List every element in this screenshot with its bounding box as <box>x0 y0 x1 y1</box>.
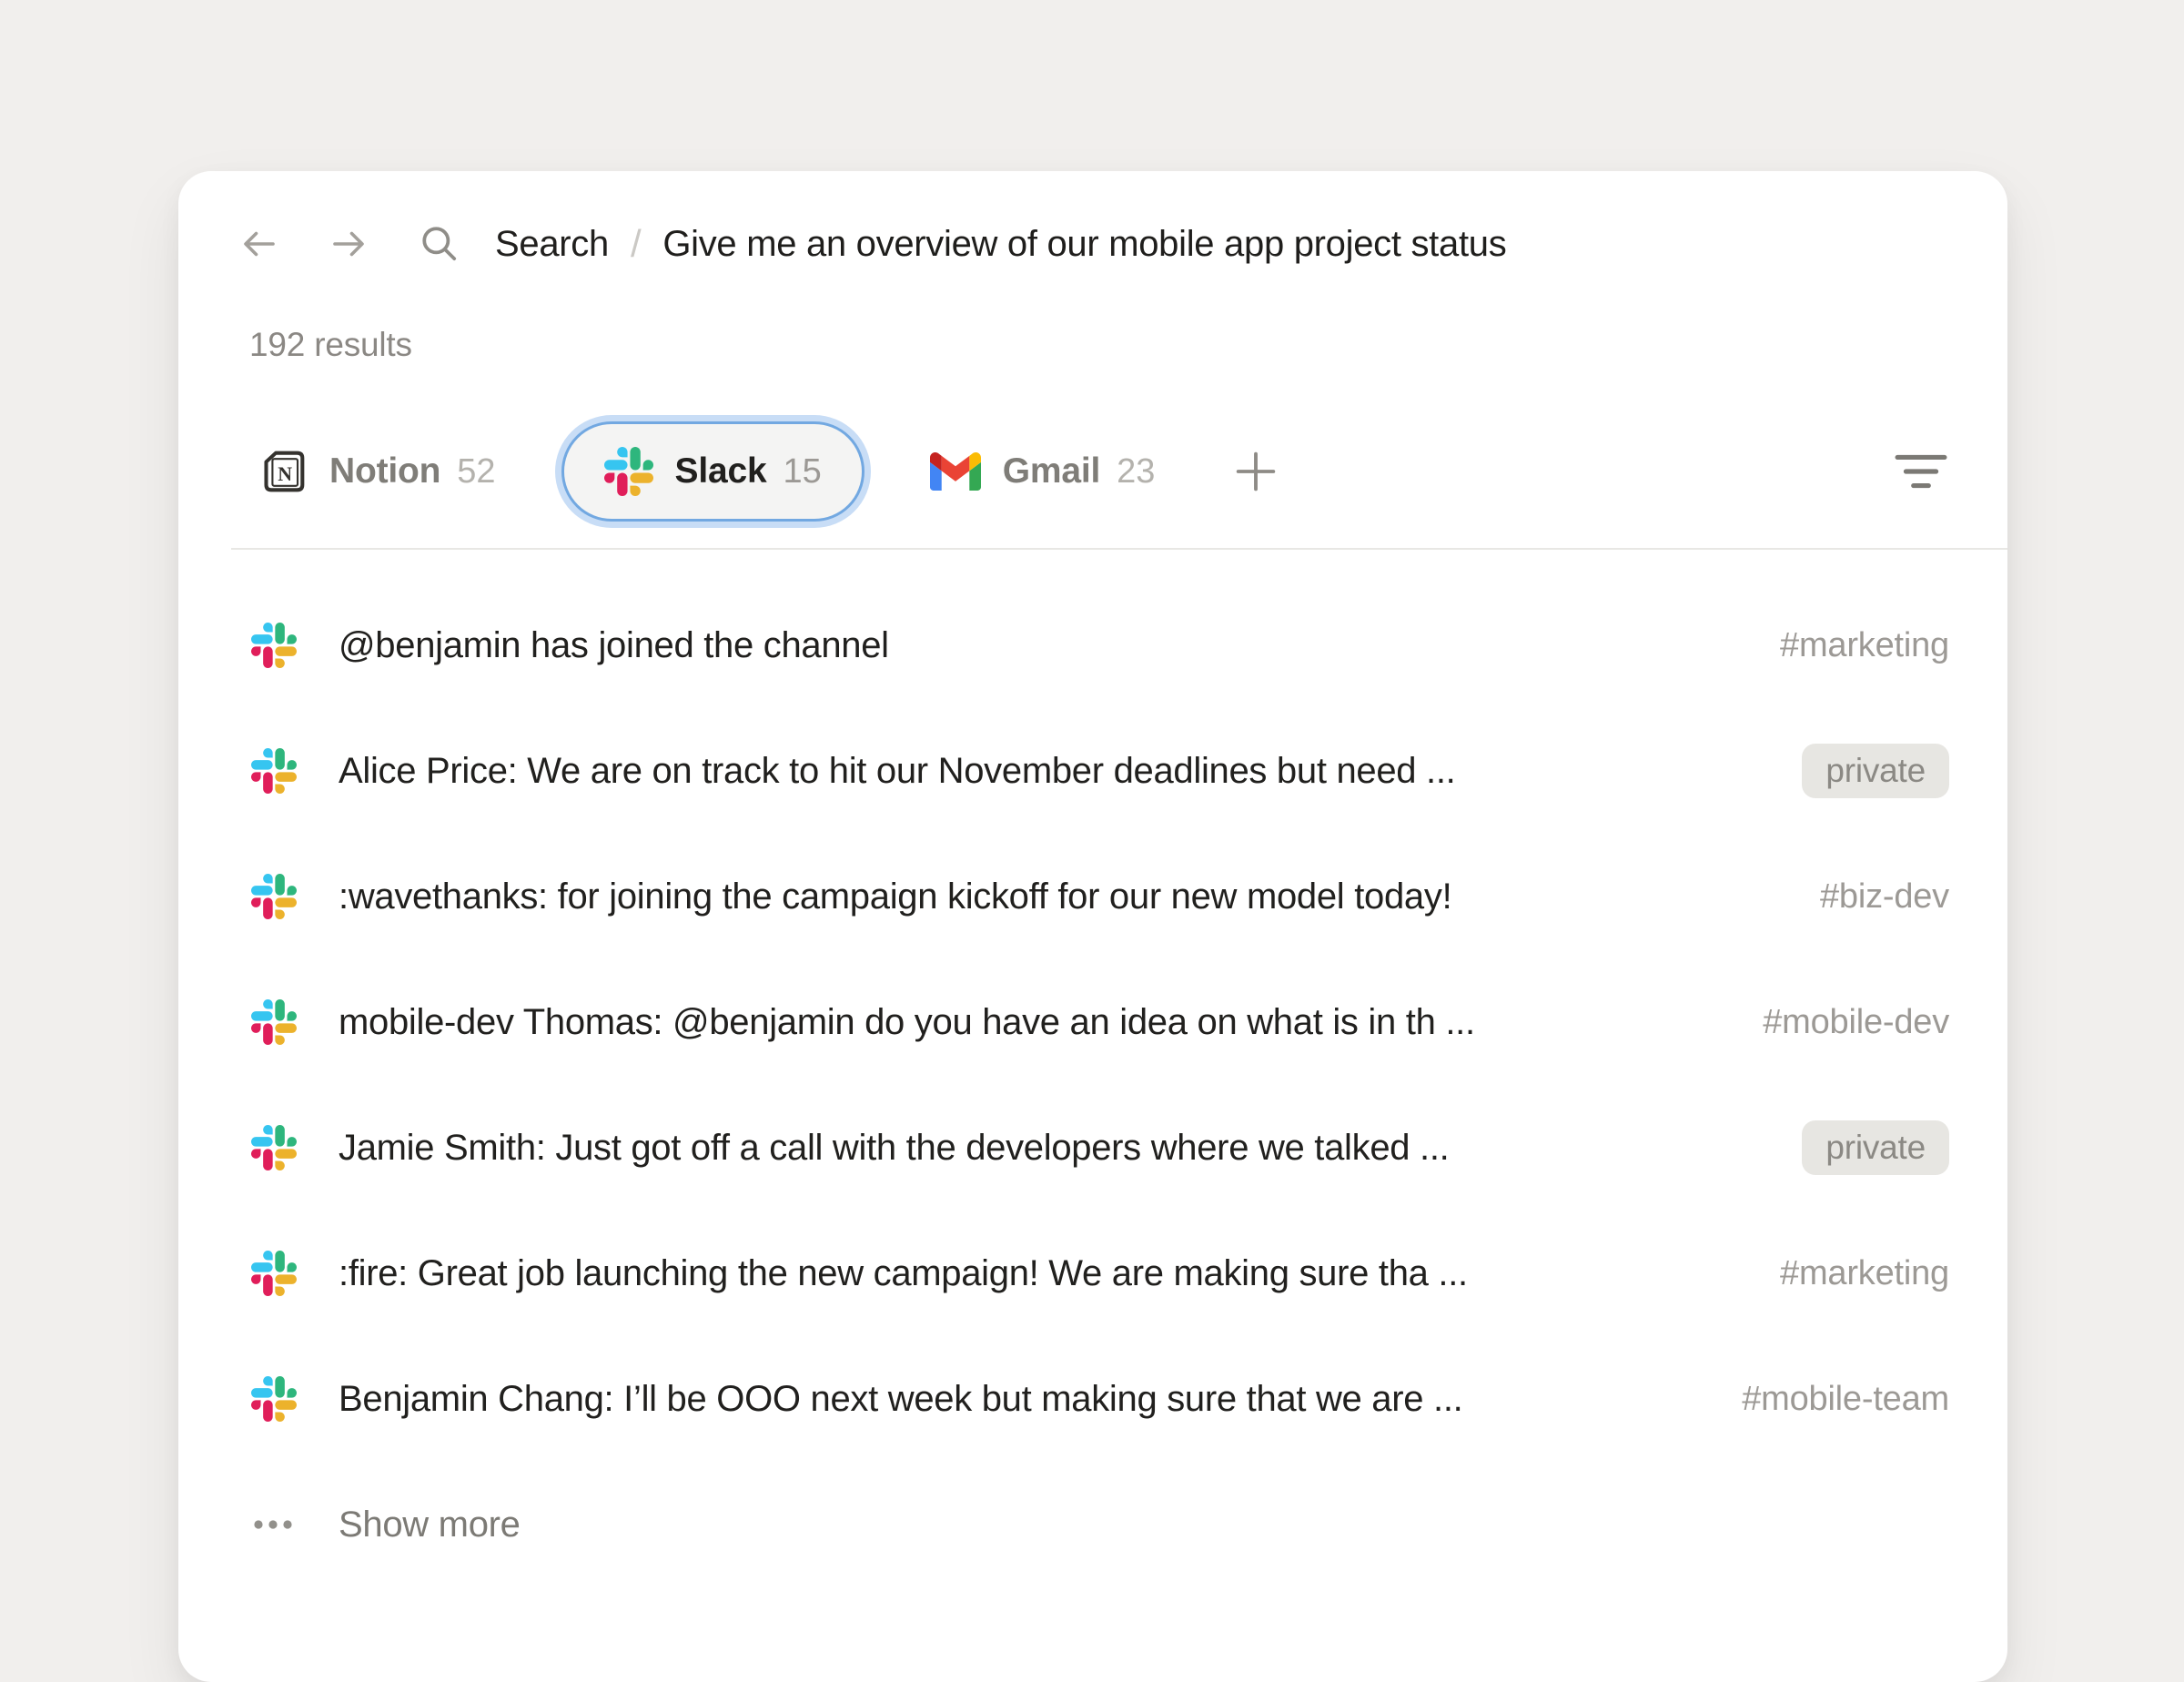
result-text: :wavethanks: for joining the campaign ki… <box>339 876 1784 917</box>
breadcrumb-separator: / <box>631 222 641 266</box>
arrow-left-icon <box>239 224 279 264</box>
result-row[interactable]: @benjamin has joined the channel #market… <box>178 583 2007 708</box>
result-row[interactable]: Alice Price: We are on track to hit our … <box>178 708 2007 834</box>
slack-icon <box>251 623 297 668</box>
slack-icon <box>251 874 297 919</box>
result-row[interactable]: Benjamin Chang: I’ll be OOO next week bu… <box>178 1336 2007 1462</box>
notion-icon <box>260 448 308 495</box>
search-results-window: Search / Give me an overview of our mobi… <box>178 171 2007 1682</box>
tab-label: Slack <box>675 451 767 491</box>
slack-icon <box>251 1251 297 1296</box>
tab-count: 23 <box>1117 452 1155 491</box>
result-channel: #mobile-team <box>1742 1380 1949 1419</box>
breadcrumb-root[interactable]: Search <box>495 224 609 265</box>
slack-icon <box>251 999 297 1045</box>
arrow-right-icon <box>329 224 369 264</box>
tab-gmail[interactable]: Gmail 23 <box>930 451 1156 491</box>
tab-label: Gmail <box>1003 451 1100 491</box>
search-header: Search / Give me an overview of our mobi… <box>178 171 2007 266</box>
result-text: @benjamin has joined the channel <box>339 625 1744 666</box>
tab-count: 52 <box>457 452 495 491</box>
result-privacy-badge: private <box>1802 1120 1949 1175</box>
result-row[interactable]: mobile-dev Thomas: @benjamin do you have… <box>178 959 2007 1085</box>
tab-label: Notion <box>329 451 440 491</box>
search-query-input[interactable]: Give me an overview of our mobile app pr… <box>662 224 1506 265</box>
search-icon <box>419 223 460 265</box>
slack-icon <box>251 748 297 794</box>
result-text: :fire: Great job launching the new campa… <box>339 1253 1744 1294</box>
back-button[interactable] <box>238 223 280 265</box>
result-channel: #marketing <box>1780 626 1949 665</box>
results-list: @benjamin has joined the channel #market… <box>178 550 2007 1587</box>
result-text: Alice Price: We are on track to hit our … <box>339 751 1765 792</box>
tab-count: 15 <box>783 452 821 491</box>
gmail-icon <box>930 452 981 491</box>
result-row[interactable]: :fire: Great job launching the new campa… <box>178 1211 2007 1336</box>
tab-notion[interactable]: Notion 52 <box>260 448 496 495</box>
result-row[interactable]: Jamie Smith: Just got off a call with th… <box>178 1085 2007 1211</box>
show-more-label: Show more <box>339 1505 521 1545</box>
forward-button[interactable] <box>328 223 369 265</box>
filter-button[interactable] <box>1895 451 1947 492</box>
show-more-button[interactable]: Show more <box>178 1462 2007 1587</box>
result-channel: #marketing <box>1780 1254 1949 1293</box>
result-channel: #biz-dev <box>1820 877 1949 917</box>
slack-icon <box>604 447 653 496</box>
source-tabs: Notion 52 Slack 15 Gmail 23 <box>260 420 1949 522</box>
result-text: Jamie Smith: Just got off a call with th… <box>339 1128 1765 1169</box>
slack-icon <box>251 1125 297 1170</box>
result-privacy-badge: private <box>1802 744 1949 798</box>
result-text: mobile-dev Thomas: @benjamin do you have… <box>339 1002 1726 1043</box>
results-count: 192 results <box>249 326 2007 364</box>
result-channel: #mobile-dev <box>1763 1003 1949 1042</box>
add-source-button[interactable] <box>1233 449 1279 494</box>
ellipsis-icon <box>251 1502 297 1547</box>
slack-icon <box>251 1376 297 1422</box>
result-row[interactable]: :wavethanks: for joining the campaign ki… <box>178 834 2007 959</box>
result-text: Benjamin Chang: I’ll be OOO next week bu… <box>339 1379 1705 1420</box>
tab-slack[interactable]: Slack 15 <box>561 421 864 522</box>
